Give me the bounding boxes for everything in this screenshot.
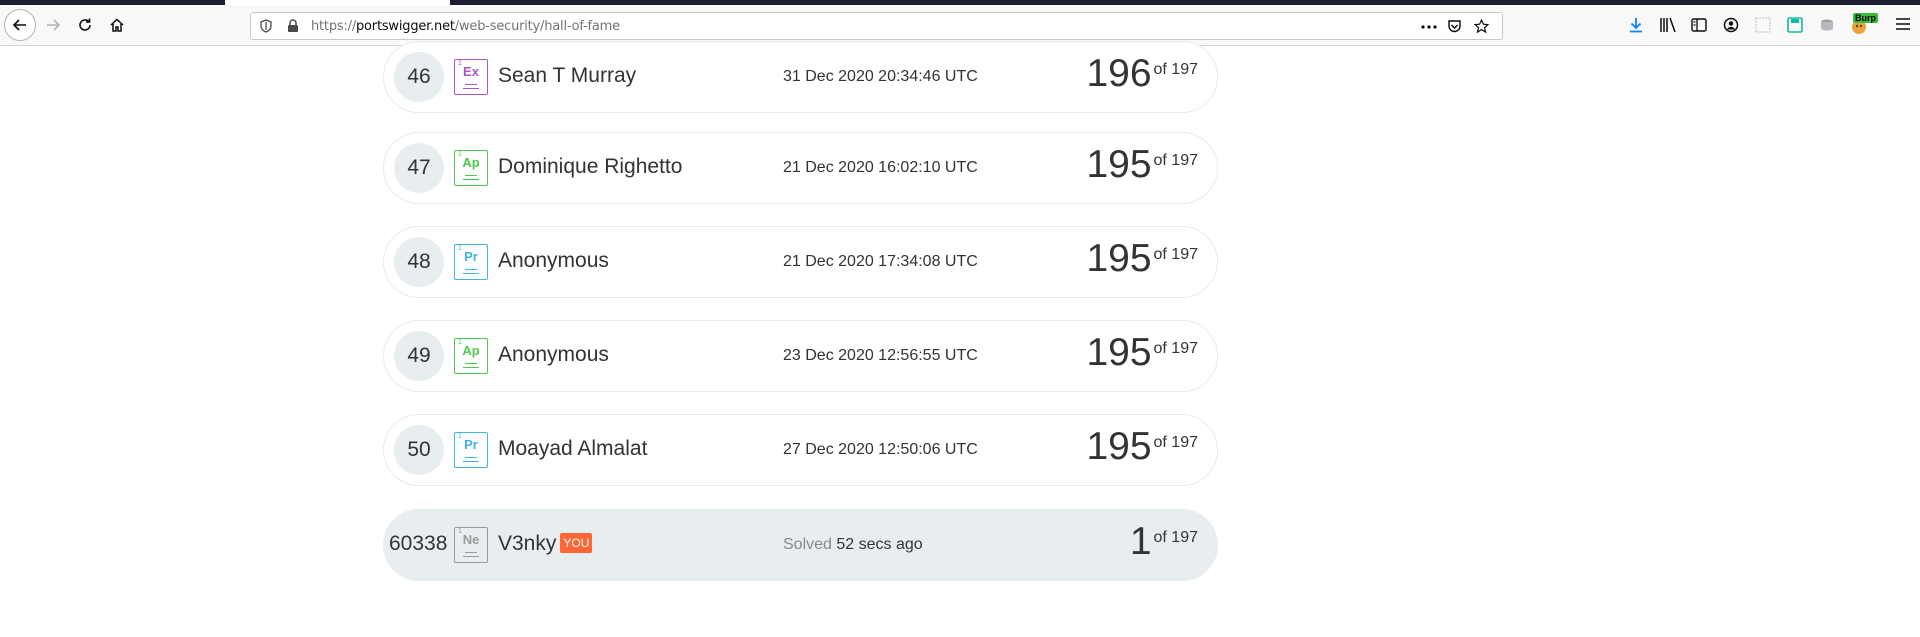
pocket-icon[interactable] xyxy=(1447,19,1462,34)
rank-number: 48 xyxy=(394,237,444,287)
leaderboard-row: 50 1 Pr Moayad Almalat 27 Dec 2020 12:50:06 … xyxy=(383,414,1218,486)
badge-symbol: Ex xyxy=(463,64,479,79)
level-badge-icon: 1 Ex xyxy=(454,59,488,95)
arrow-left-icon xyxy=(12,19,26,31)
url-bar[interactable]: https://portswigger.net/web-security/hal… xyxy=(250,12,1503,40)
completion-date: 21 Dec 2020 17:34:08 UTC xyxy=(783,253,978,270)
rank-number: 60338 xyxy=(389,532,448,555)
user-name: Anonymous xyxy=(498,249,609,272)
rank-number: 49 xyxy=(394,331,444,381)
level-badge-icon: 1 Ne xyxy=(454,527,488,563)
back-button[interactable] xyxy=(4,9,36,41)
score-total: of 197 xyxy=(1153,340,1198,357)
url-text[interactable]: https://portswigger.net/web-security/hal… xyxy=(311,19,620,34)
score: 196 of 197 xyxy=(1086,52,1198,96)
score-value: 195 xyxy=(1086,143,1152,186)
completion-date: 23 Dec 2020 12:56:55 UTC xyxy=(783,347,978,364)
score-value: 196 xyxy=(1086,52,1152,95)
score-total: of 197 xyxy=(1153,246,1198,263)
badge-symbol: Pr xyxy=(464,249,478,264)
completion-date: 31 Dec 2020 20:34:46 UTC xyxy=(783,68,978,85)
score-total: of 197 xyxy=(1153,434,1198,451)
home-icon xyxy=(110,18,124,32)
library-icon[interactable] xyxy=(1659,17,1677,33)
extension-grid-icon[interactable] xyxy=(1755,17,1771,33)
database-extension-icon[interactable] xyxy=(1819,17,1835,33)
solved-ago: 52 secs ago xyxy=(836,536,923,553)
reload-button[interactable] xyxy=(70,10,100,40)
score-value: 195 xyxy=(1086,331,1152,374)
user-name: Sean T Murray xyxy=(498,64,637,87)
burp-extension-button[interactable]: Burp xyxy=(1849,13,1878,36)
url-prefix: https:// xyxy=(311,19,356,34)
hamburger-menu-icon[interactable] xyxy=(1895,17,1911,31)
score-value: 1 xyxy=(1129,520,1152,563)
rank-number: 46 xyxy=(394,52,444,102)
completion-date: 27 Dec 2020 12:50:06 UTC xyxy=(783,441,978,458)
sidebar-icon[interactable] xyxy=(1691,17,1707,33)
score: 1 of 197 xyxy=(1130,520,1198,564)
badge-symbol: Ap xyxy=(462,343,480,358)
you-badge: YOU xyxy=(560,533,593,553)
score-value: 195 xyxy=(1086,425,1152,468)
home-button[interactable] xyxy=(102,10,132,40)
score-total: of 197 xyxy=(1153,61,1198,78)
your-ranking-row: 60338 1 Ne V3nky YOU Solved 52 secs ago 1 of 19… xyxy=(383,509,1218,581)
save-extension-icon[interactable] xyxy=(1787,17,1803,33)
user-name: V3nky YOU xyxy=(498,532,593,556)
level-badge-icon: 1 Pr xyxy=(454,244,488,280)
bookmark-star-icon[interactable] xyxy=(1474,19,1489,34)
user-name: Moayad Almalat xyxy=(498,437,648,460)
rank-number: 47 xyxy=(394,143,444,193)
leaderboard-row: 48 1 Pr Anonymous 21 Dec 2020 17:34:08 UTC 19… xyxy=(383,226,1218,298)
burp-label: Burp xyxy=(1853,13,1878,23)
user-name-text: V3nky xyxy=(498,532,557,555)
leaderboard-row: 47 1 Ap Dominique Righetto 21 Dec 2020 16:02… xyxy=(383,132,1218,204)
rank-number: 50 xyxy=(394,425,444,475)
solved-label: Solved xyxy=(783,536,832,553)
badge-symbol: Ne xyxy=(462,532,480,547)
lock-icon[interactable] xyxy=(287,19,299,33)
level-badge-icon: 1 Ap xyxy=(454,338,488,374)
leaderboard-row: 46 1 Ex Sean T Murray 31 Dec 2020 20:34:46 U… xyxy=(383,41,1218,113)
reload-icon xyxy=(79,18,91,31)
score: 195 of 197 xyxy=(1086,143,1198,187)
url-path: /web-security/hall-of-fame xyxy=(454,19,620,34)
level-badge-icon: 1 Pr xyxy=(454,432,488,468)
score-total: of 197 xyxy=(1153,529,1198,546)
user-name: Dominique Righetto xyxy=(498,155,683,178)
url-host: portswigger.net xyxy=(356,19,455,34)
tracking-protection-icon[interactable] xyxy=(259,19,273,33)
badge-symbol: Ap xyxy=(462,155,480,170)
score: 195 of 197 xyxy=(1086,425,1198,469)
navigation-toolbar: https://portswigger.net/web-security/hal… xyxy=(0,5,1920,46)
forward-button[interactable] xyxy=(38,10,68,40)
download-icon[interactable] xyxy=(1628,17,1644,33)
user-name: Anonymous xyxy=(498,343,609,366)
completion-date: 21 Dec 2020 16:02:10 UTC xyxy=(783,159,978,176)
score: 195 of 197 xyxy=(1086,237,1198,281)
score-total: of 197 xyxy=(1153,152,1198,169)
badge-symbol: Pr xyxy=(464,437,478,452)
account-icon[interactable] xyxy=(1723,17,1739,33)
score-value: 195 xyxy=(1086,237,1152,280)
leaderboard-row: 49 1 Ap Anonymous 23 Dec 2020 12:56:55 UTC 19… xyxy=(383,320,1218,392)
level-badge-icon: 1 Ap xyxy=(454,150,488,186)
arrow-right-icon xyxy=(47,19,61,31)
solved-time: Solved 52 secs ago xyxy=(783,536,923,554)
score: 195 of 197 xyxy=(1086,331,1198,375)
page-actions-icon[interactable] xyxy=(1421,25,1437,29)
